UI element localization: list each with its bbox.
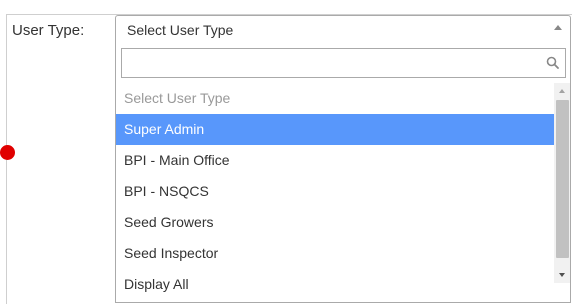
option-placeholder[interactable]: Select User Type [116, 83, 554, 114]
search-icon [546, 56, 559, 69]
option-bpi-nsqcs[interactable]: BPI - NSQCS [116, 176, 554, 207]
scrollbar-thumb[interactable] [556, 100, 569, 258]
options-scrollbar[interactable] [554, 83, 570, 283]
option-seed-growers[interactable]: Seed Growers [116, 207, 554, 238]
options-list: Select User Type Super Admin BPI - Main … [116, 83, 554, 302]
user-type-dropdown: Select User Type Super Admin BPI - Main … [115, 43, 571, 303]
option-seed-inspector[interactable]: Seed Inspector [116, 238, 554, 269]
dropdown-search[interactable] [121, 48, 566, 78]
option-display-all[interactable]: Display All [116, 269, 554, 300]
user-type-select[interactable]: Select User Type [115, 15, 571, 44]
option-super-admin[interactable]: Super Admin [116, 114, 554, 145]
chevron-up-icon[interactable] [554, 25, 562, 30]
option-bpi-main-office[interactable]: BPI - Main Office [116, 145, 554, 176]
scroll-down-arrow-icon[interactable] [559, 273, 565, 277]
user-type-select-value: Select User Type [127, 22, 234, 38]
search-input[interactable] [122, 49, 544, 77]
annotation-marker [0, 145, 15, 160]
scroll-up-arrow-icon[interactable] [559, 89, 565, 93]
user-type-label: User Type: [12, 22, 85, 39]
